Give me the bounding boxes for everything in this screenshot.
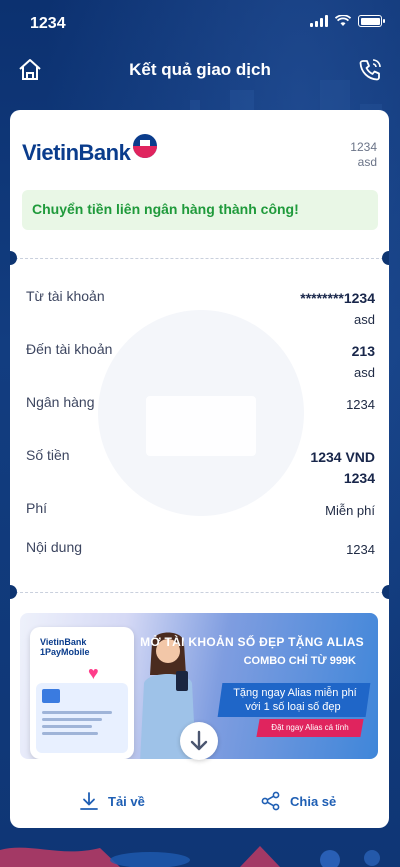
signal-icon: [310, 15, 328, 27]
from-account-number: ********1234: [300, 290, 375, 306]
page-title: Kết quả giao dịch: [129, 60, 271, 79]
content-value: 1234: [346, 542, 375, 557]
battery-icon: [358, 15, 385, 27]
share-label: Chia sẻ: [290, 793, 337, 809]
from-account-label: Từ tài khoản: [26, 288, 105, 304]
success-message: Chuyển tiền liên ngân hàng thành công!: [22, 190, 378, 230]
status-time: 1234: [30, 15, 66, 32]
phone-support-icon[interactable]: [356, 56, 384, 84]
brand-watermark: [98, 310, 304, 516]
brand-name: VietinBank: [22, 140, 131, 165]
bank-value: 1234: [346, 397, 375, 412]
nav-bar: Kết quả giao dịch: [0, 50, 400, 90]
promo-cta-button[interactable]: Đặt ngay Alias cá tính: [256, 719, 364, 737]
promo-offer: Tặng ngay Alias miễn phí với 1 số loại s…: [217, 683, 371, 717]
to-account-label: Đến tài khoản: [26, 341, 113, 357]
arrow-down-icon: [190, 730, 208, 751]
promo-cta-label: Đặt ngay Alias cá tính: [271, 723, 349, 732]
from-account-value: ********1234 asd: [300, 288, 375, 330]
amount-sub: 1234: [343, 470, 375, 486]
promo-title-line2: COMBO CHỈ TỪ 999K: [243, 655, 356, 667]
download-icon: [80, 792, 98, 810]
bottom-decoration: [0, 846, 380, 867]
notch-right-bottom: [382, 585, 389, 599]
wifi-icon: [335, 15, 351, 26]
fee-label: Phí: [26, 500, 48, 516]
content-label: Nội dung: [26, 539, 83, 555]
status-icons: [310, 15, 385, 27]
to-account-value: 213 asd: [352, 341, 375, 383]
fee-value: Miễn phí: [325, 503, 375, 518]
to-account-number: 213: [351, 343, 375, 359]
share-icon: [261, 791, 280, 811]
promo-phone-brand-line1: VietinBank: [40, 637, 87, 647]
card-footer: Tải về Chia sẻ: [10, 784, 389, 824]
amount-label: Số tiền: [26, 447, 70, 463]
share-button[interactable]: Chia sẻ: [260, 790, 336, 812]
notch-right: [382, 251, 389, 265]
from-account-sub: asd: [354, 312, 375, 327]
amount-main: 1234 VND: [310, 449, 375, 465]
mail-icon: [42, 689, 60, 703]
card-header: VietinBank 1234 asd Chuyển tiền liên ngâ…: [10, 110, 389, 255]
promo-offer-line2: với 1 số loại số đẹp: [245, 701, 341, 713]
brand-mark-icon: [133, 134, 158, 158]
header-code-line2: asd: [357, 155, 377, 169]
promo-title-line1: MỞ TÀI KHOẢN SỐ ĐẸP TẶNG ALIAS: [140, 635, 364, 649]
notch-left-bottom: [10, 585, 17, 599]
promo-offer-line1: Tặng ngay Alias miễn phí: [233, 687, 357, 699]
download-button[interactable]: Tải về: [78, 790, 145, 812]
promo-phone-brand: VietinBank 1PayMobile: [40, 637, 90, 657]
transaction-result-card: VietinBank 1234 asd Chuyển tiền liên ngâ…: [10, 110, 389, 828]
divider-top: [10, 258, 389, 259]
divider-bottom: [10, 592, 389, 593]
scroll-down-button[interactable]: [180, 722, 218, 760]
header-reference: 1234 asd: [350, 140, 377, 170]
to-account-sub: asd: [354, 365, 375, 380]
amount-value: 1234 VND 1234: [310, 447, 375, 489]
promo-phone-lines: [42, 711, 112, 739]
download-label: Tải về: [108, 793, 145, 809]
promo-phone-brand-line2: 1PayMobile: [40, 647, 90, 657]
heart-icon: ♥: [88, 663, 99, 683]
header-code-line1: 1234: [350, 140, 377, 154]
promo-phone-mockup: VietinBank 1PayMobile ♥: [30, 627, 134, 759]
bank-label: Ngân hàng: [26, 394, 95, 410]
status-bar: 1234: [0, 0, 400, 48]
vietinbank-logo: VietinBank: [22, 134, 158, 166]
